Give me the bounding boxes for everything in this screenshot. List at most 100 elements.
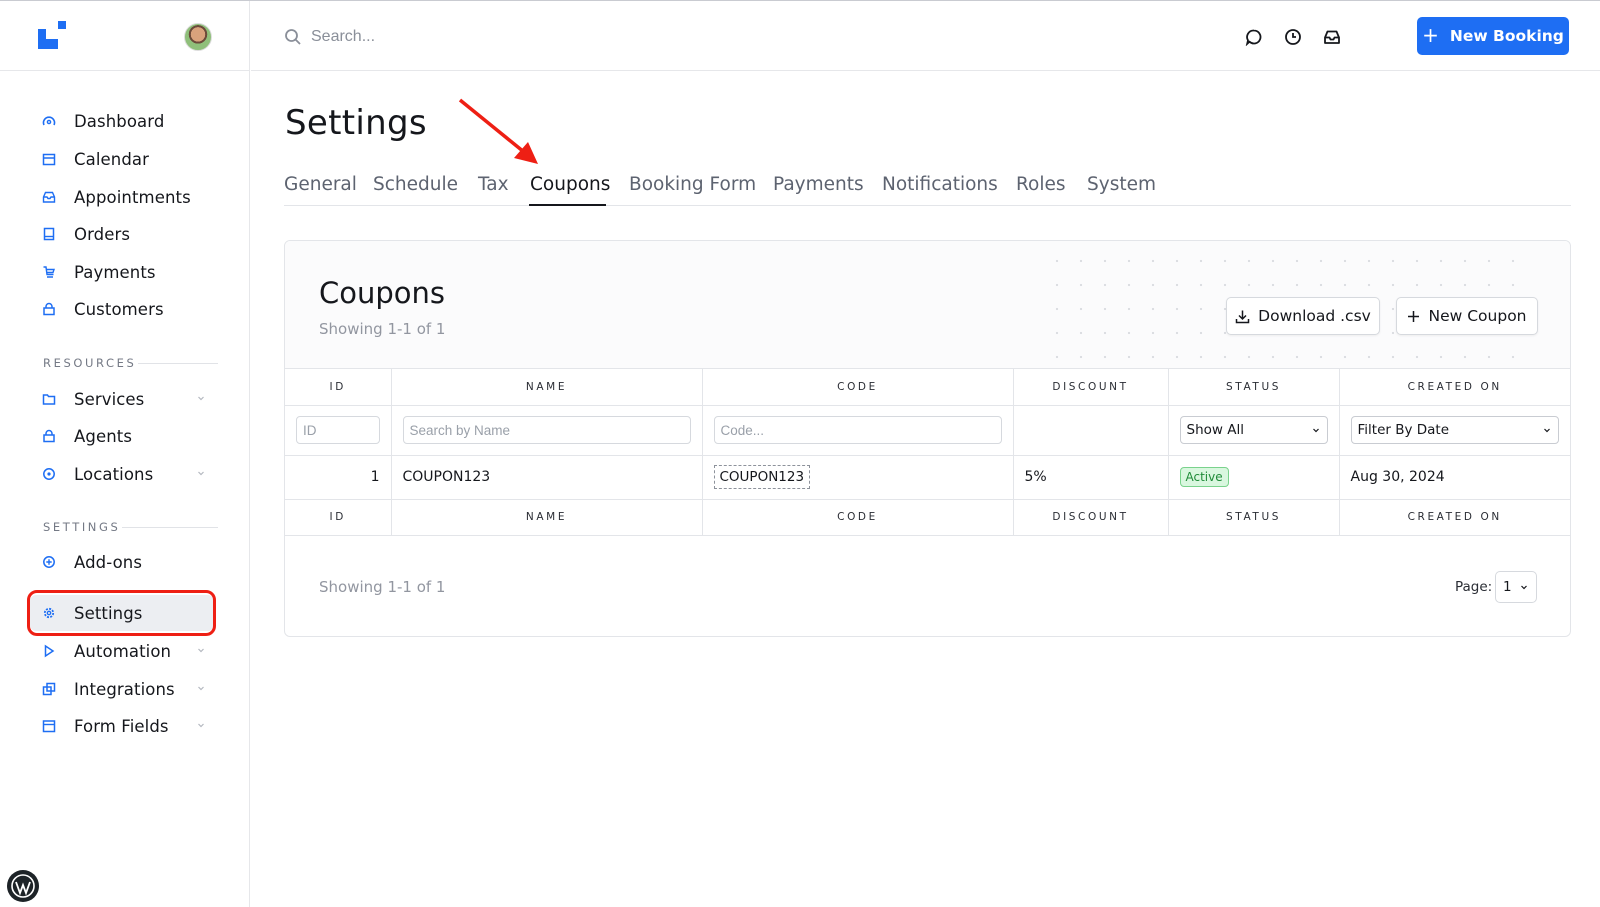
agent-icon [43, 429, 55, 443]
download-csv-button[interactable]: Download .csv [1226, 297, 1380, 335]
page-title: Settings [285, 103, 427, 143]
tab-system[interactable]: System [1087, 174, 1156, 195]
sidebar-item-automation[interactable]: Automation [30, 633, 214, 669]
date-filter-select[interactable]: Filter By Date [1350, 416, 1559, 444]
dashboard-icon [42, 116, 56, 126]
status-filter-select[interactable]: Show All [1179, 416, 1328, 444]
table-row[interactable]: 1 COUPON123 COUPON123 5% Active Aug 30, … [285, 455, 1570, 500]
sidebar-item-integrations[interactable]: Integrations [30, 671, 214, 707]
status-filter-value: Show All [1186, 422, 1244, 438]
column-header-id[interactable]: ID [285, 369, 392, 406]
table-footer-header-row: ID NAME CODE DISCOUNT STATUS CREATED ON [285, 499, 1570, 536]
tab-coupons[interactable]: Coupons [530, 174, 610, 195]
chevron-down-icon [1544, 428, 1550, 433]
sidebar-item-addons[interactable]: Add-ons [30, 544, 214, 580]
orders-icon [43, 227, 55, 241]
sidebar-item-agents[interactable]: Agents [30, 418, 214, 454]
coupon-code[interactable]: COUPON123 [713, 465, 811, 489]
inbox-icon[interactable] [1323, 28, 1341, 46]
tab-roles[interactable]: Roles [1016, 174, 1066, 195]
column-footer-created-on: CREATED ON [1339, 499, 1570, 536]
cell-name[interactable]: COUPON123 [391, 455, 703, 500]
sidebar-item-label: Calendar [74, 149, 149, 169]
coupons-card: Coupons Showing 1-1 of 1 Download .csv N… [284, 240, 1571, 637]
filter-cell [391, 405, 703, 456]
column-header-discount[interactable]: DISCOUNT [1013, 369, 1169, 406]
filter-cell [702, 405, 1014, 456]
pagination-summary: Showing 1-1 of 1 [319, 578, 446, 596]
filter-cell [1013, 405, 1169, 456]
column-header-status[interactable]: STATUS [1168, 369, 1340, 406]
chevron-down-icon [1312, 428, 1319, 433]
sidebar-item-orders[interactable]: Orders [30, 216, 214, 252]
user-avatar[interactable] [184, 23, 212, 51]
chevron-down-icon[interactable] [196, 393, 206, 403]
settings-tabs: General Schedule Tax Coupons Booking For… [284, 170, 1571, 206]
calendar-icon [42, 153, 56, 166]
section-divider [122, 527, 218, 528]
new-coupon-button[interactable]: New Coupon [1396, 297, 1538, 335]
new-booking-label: New Booking [1449, 27, 1564, 45]
sidebar-item-label: Appointments [74, 187, 191, 207]
sidebar-item-calendar[interactable]: Calendar [30, 141, 214, 177]
plus-circle-icon [43, 556, 55, 568]
wordpress-icon[interactable] [6, 869, 40, 903]
section-divider [138, 363, 218, 364]
column-header-created-on[interactable]: CREATED ON [1339, 369, 1570, 406]
active-tab-underline [529, 204, 606, 206]
cell-id: 1 [285, 455, 392, 500]
sidebar-item-dashboard[interactable]: Dashboard [30, 103, 214, 139]
page-select[interactable]: 1 [1495, 571, 1537, 603]
page-select-value: 1 [1503, 579, 1512, 595]
clock-icon[interactable] [1284, 28, 1302, 46]
sidebar-item-form-fields[interactable]: Form Fields [30, 708, 214, 744]
app-logo[interactable] [38, 21, 66, 49]
sidebar-item-payments[interactable]: Payments [30, 254, 214, 290]
sidebar-item-label: Orders [74, 224, 131, 244]
column-header-code[interactable]: CODE [702, 369, 1014, 406]
sidebar-item-locations[interactable]: Locations [30, 456, 214, 492]
search-input[interactable] [311, 23, 611, 51]
sidebar-item-label: Services [74, 389, 145, 409]
coupons-title: Coupons [319, 276, 446, 310]
new-booking-button[interactable]: + New Booking [1417, 17, 1569, 55]
filter-cell: Filter By Date [1339, 405, 1570, 456]
inbox-icon [42, 191, 56, 203]
sidebar-item-services[interactable]: Services [30, 381, 214, 417]
sidebar-item-customers[interactable]: Customers [30, 291, 214, 327]
column-footer-id: ID [285, 499, 392, 536]
tab-booking-form[interactable]: Booking Form [629, 174, 756, 195]
sidebar-item-label: Payments [74, 262, 156, 282]
chat-icon[interactable] [1245, 28, 1263, 46]
tab-tax[interactable]: Tax [478, 174, 509, 195]
tab-general[interactable]: General [284, 174, 357, 195]
form-icon [42, 720, 56, 733]
filter-row: Show All Filter By Date [285, 405, 1570, 456]
download-csv-label: Download .csv [1258, 307, 1371, 325]
cell-status: Active [1168, 455, 1340, 500]
column-header-name[interactable]: NAME [391, 369, 703, 406]
sidebar-item-label: Add-ons [74, 552, 143, 572]
date-filter-value: Filter By Date [1357, 422, 1450, 438]
sidebar-item-appointments[interactable]: Appointments [30, 179, 214, 215]
chevron-down-icon [1521, 585, 1527, 590]
new-coupon-label: New Coupon [1428, 307, 1527, 325]
name-filter-input[interactable] [402, 416, 691, 444]
id-filter-input[interactable] [296, 416, 380, 444]
cell-created-on: Aug 30, 2024 [1339, 455, 1570, 500]
coupons-table: ID NAME CODE DISCOUNT STATUS CREATED ON … [285, 369, 1570, 536]
column-footer-status: STATUS [1168, 499, 1340, 536]
download-icon [1235, 310, 1250, 323]
tab-payments[interactable]: Payments [773, 174, 864, 195]
folder-icon [42, 394, 56, 405]
chevron-down-icon[interactable] [196, 645, 206, 655]
chevron-down-icon[interactable] [196, 683, 206, 693]
code-filter-input[interactable] [713, 416, 1002, 444]
tab-schedule[interactable]: Schedule [373, 174, 458, 195]
chevron-down-icon[interactable] [196, 468, 206, 478]
column-footer-discount: DISCOUNT [1013, 499, 1169, 536]
tab-notifications[interactable]: Notifications [882, 174, 998, 195]
integrations-icon [42, 682, 56, 696]
chevron-down-icon[interactable] [196, 720, 206, 730]
customer-icon [43, 302, 55, 316]
